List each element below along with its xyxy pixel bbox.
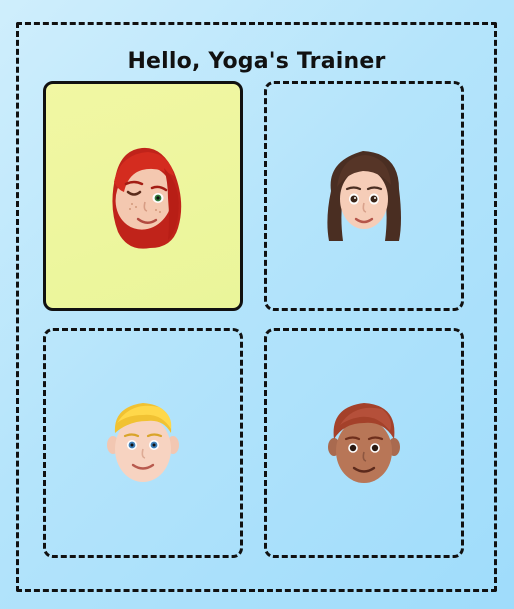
trainer-selection-panel: Hello, Yoga's Trainer bbox=[16, 22, 497, 592]
brunette-woman-memoji-icon bbox=[319, 141, 409, 251]
avatar-card-4[interactable] bbox=[264, 328, 464, 558]
avatar-card-2[interactable] bbox=[264, 81, 464, 311]
blond-boy-memoji-icon bbox=[103, 393, 183, 493]
avatar-card-1[interactable] bbox=[43, 81, 243, 311]
page-title: Hello, Yoga's Trainer bbox=[127, 49, 386, 74]
auburn-haired-boy-memoji-icon bbox=[324, 393, 404, 493]
redhead-winking-woman-memoji-icon bbox=[98, 136, 188, 256]
avatar-card-3[interactable] bbox=[43, 328, 243, 558]
